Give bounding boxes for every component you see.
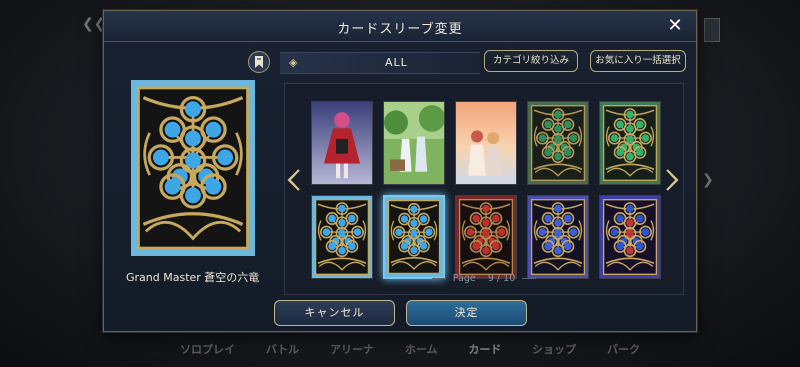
sleeve-card[interactable]	[383, 195, 445, 279]
sleeve-card[interactable]	[311, 101, 373, 185]
sleeve-card[interactable]	[383, 101, 445, 185]
sleeve-card[interactable]	[599, 195, 661, 279]
background-chevron-right-icon: ❯	[702, 172, 714, 188]
sleeve-grid	[284, 83, 684, 295]
favorite-select-all-button[interactable]: お気に入り一括選択	[590, 50, 686, 72]
bg-nav-item: アリーナ	[330, 343, 374, 356]
chevron-right-icon[interactable]	[664, 168, 680, 192]
chevron-left-icon[interactable]	[286, 168, 302, 192]
cancel-button[interactable]: キャンセル	[274, 300, 395, 326]
page-total: 10	[503, 273, 516, 284]
category-filter-button[interactable]: カテゴリ絞り込み	[484, 50, 578, 72]
confirm-button[interactable]: 決定	[406, 300, 527, 326]
selected-sleeve-preview	[131, 80, 255, 256]
sleeve-card[interactable]	[527, 101, 589, 185]
background-panel	[704, 18, 720, 42]
bookmark-icon[interactable]	[248, 51, 270, 73]
sleeve-card[interactable]	[455, 195, 517, 279]
page-label: Page	[452, 273, 476, 284]
page-indicator: Page 9 / 10	[424, 273, 544, 284]
modal-title: カードスリーブ変更	[337, 22, 463, 37]
bg-nav-item: カード	[468, 343, 502, 356]
category-filter-label: ALL	[385, 56, 408, 69]
back-arrow-icon: ❮❮	[82, 16, 106, 32]
sleeve-card[interactable]	[311, 195, 373, 279]
diamond-icon: ◈	[289, 56, 298, 69]
bg-nav-item: ショップ	[532, 343, 577, 356]
bg-nav-item: ソロプレイ	[180, 343, 235, 356]
sleeve-card[interactable]	[527, 195, 589, 279]
page-current: 9	[487, 273, 494, 284]
modal-header: カードスリーブ変更 ✕	[104, 11, 696, 42]
bottom-navigation: ソロプレイ バトル アリーナ ホーム カード ショップ パーク	[180, 330, 640, 367]
page-separator: /	[496, 273, 501, 284]
sleeve-card[interactable]	[455, 101, 517, 185]
category-filter-bar[interactable]: ◈ ALL	[280, 52, 480, 74]
bg-nav-item: パーク	[606, 343, 640, 356]
sleeve-card[interactable]	[599, 101, 661, 185]
bg-nav-item: ホーム	[404, 343, 438, 356]
card-sleeve-modal: カードスリーブ変更 ✕ Grand Master 蒼空の六竜 ◈ ALL カテゴ…	[103, 10, 697, 332]
selected-sleeve-name: Grand Master 蒼空の六竜	[126, 271, 260, 284]
bg-nav-item: バトル	[265, 343, 300, 356]
close-icon[interactable]: ✕	[664, 15, 686, 37]
